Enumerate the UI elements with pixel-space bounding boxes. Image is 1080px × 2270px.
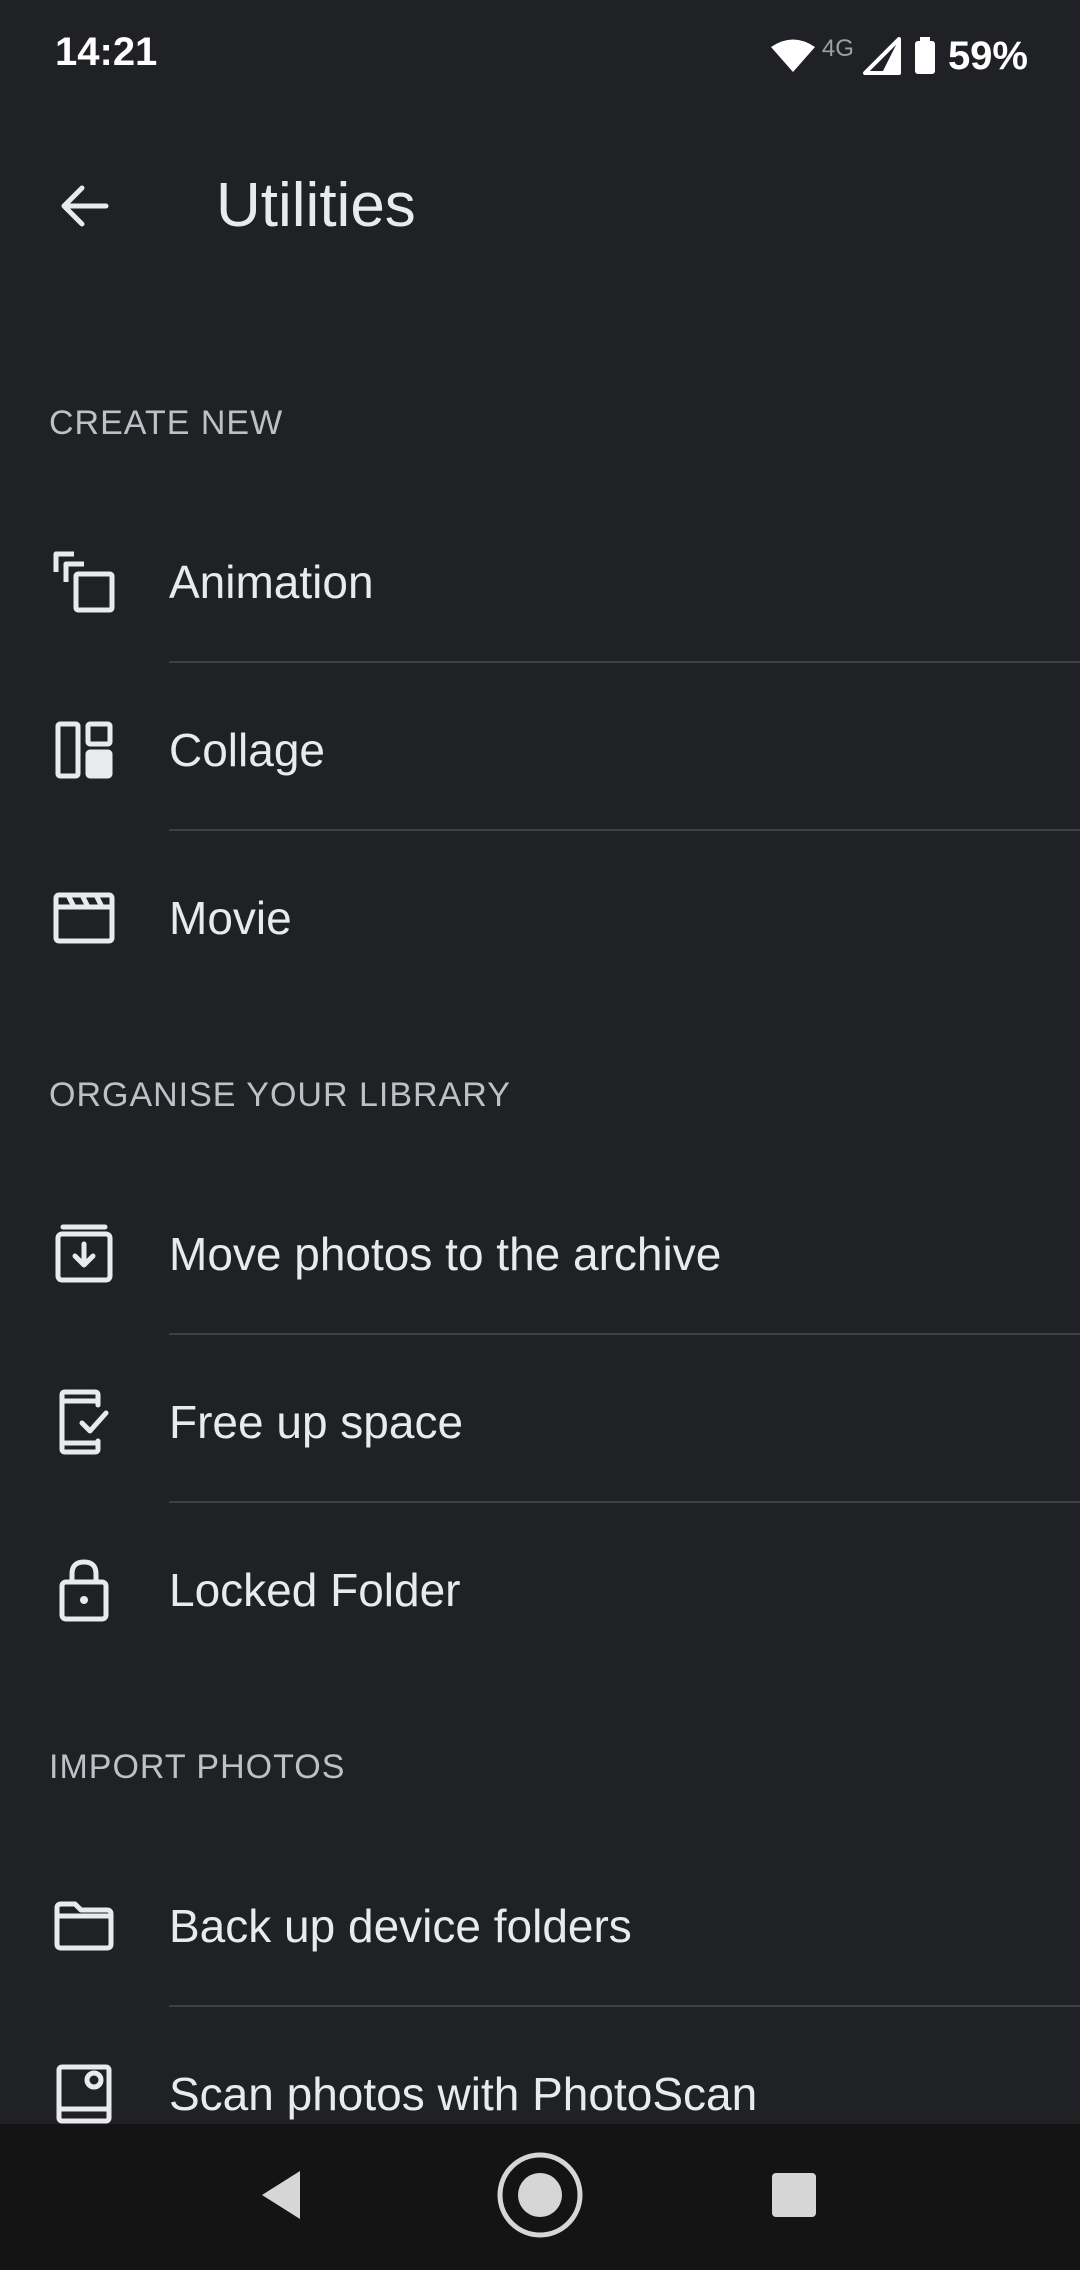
item-label-locked-folder: Locked Folder [169, 1564, 461, 1616]
nav-home-button[interactable] [487, 2144, 593, 2250]
list-item-locked-folder[interactable]: Locked Folder [0, 1506, 1080, 1674]
list-item-collage[interactable]: Collage [0, 666, 1080, 834]
status-bar: 14:21 4G 59% [0, 0, 1080, 112]
battery-percent: 59% [947, 33, 1028, 78]
divider [169, 1333, 1080, 1335]
nav-recents-button[interactable] [741, 2144, 847, 2250]
movie-icon [50, 884, 118, 952]
page-title: Utilities [216, 171, 416, 240]
section-header-create-new: CREATE NEW [49, 404, 284, 442]
app-bar: Utilities [0, 112, 1080, 302]
nav-back-icon [258, 2169, 304, 2226]
item-label-free-up-space: Free up space [169, 1396, 464, 1448]
divider [169, 1501, 1080, 1503]
photoscan-icon [50, 2060, 118, 2124]
list-item-archive[interactable]: Move photos to the archive [0, 1170, 1080, 1338]
item-label-photoscan: Scan photos with PhotoScan [169, 2068, 758, 2120]
nav-recents-icon [771, 2172, 817, 2223]
nav-back-button[interactable] [228, 2144, 334, 2250]
lock-icon [50, 1556, 118, 1624]
item-label-back-up-folders: Back up device folders [169, 1900, 632, 1952]
section-header-import: IMPORT PHOTOS [49, 1748, 346, 1786]
list-item-back-up-folders[interactable]: Back up device folders [0, 1842, 1080, 2010]
utilities-list: CREATE NEW Animation Collage Movie ORGAN… [0, 302, 1080, 2124]
animation-icon [50, 548, 118, 616]
item-label-archive: Move photos to the archive [169, 1228, 722, 1280]
divider [169, 2005, 1080, 2007]
list-item-photoscan[interactable]: Scan photos with PhotoScan [0, 2010, 1080, 2124]
battery-icon [914, 37, 936, 75]
list-item-free-up-space[interactable]: Free up space [0, 1338, 1080, 1506]
list-item-movie[interactable]: Movie [0, 834, 1080, 1002]
section-header-organise: ORGANISE YOUR LIBRARY [49, 1076, 511, 1114]
back-button[interactable] [44, 168, 124, 248]
status-time: 14:21 [55, 30, 158, 74]
list-item-animation[interactable]: Animation [0, 498, 1080, 666]
divider [169, 661, 1080, 663]
free-up-space-icon [50, 1388, 118, 1456]
item-label-collage: Collage [169, 724, 325, 776]
item-label-animation: Animation [169, 556, 374, 608]
arrow-back-icon [56, 178, 112, 239]
item-label-movie: Movie [169, 892, 292, 944]
nav-home-icon [495, 2150, 585, 2245]
network-type-label: 4G [821, 35, 854, 62]
wifi-icon [770, 38, 816, 74]
collage-icon [50, 716, 118, 784]
cell-signal-icon [862, 37, 902, 75]
folder-icon [50, 1892, 118, 1960]
status-icons: 4G 59% [770, 28, 1028, 84]
system-nav-bar [0, 2124, 1080, 2270]
divider [169, 829, 1080, 831]
archive-icon [50, 1220, 118, 1288]
